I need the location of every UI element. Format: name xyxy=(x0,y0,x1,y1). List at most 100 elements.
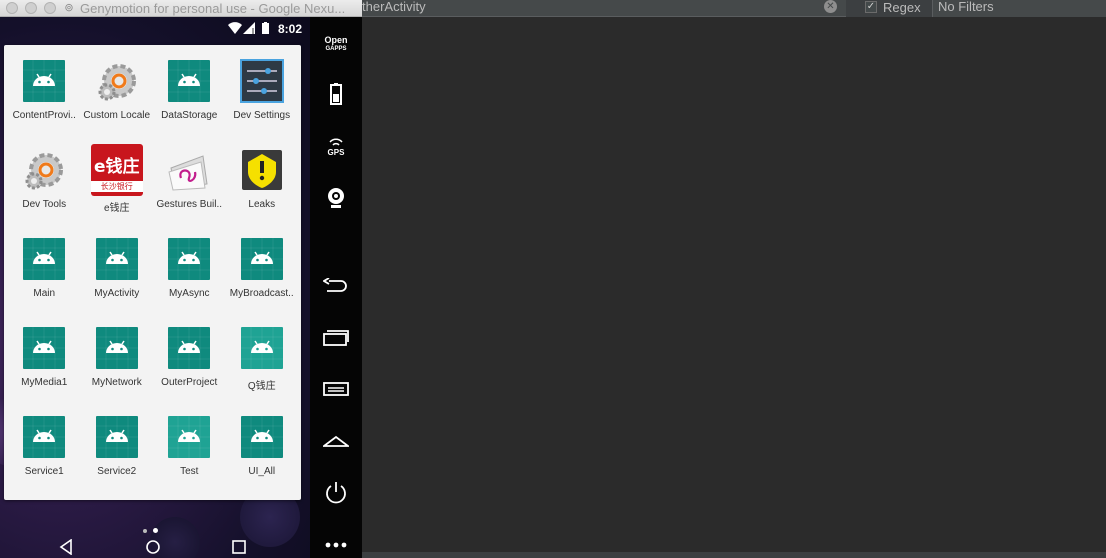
gps-button[interactable]: GPS xyxy=(310,135,362,159)
app-launcher-item[interactable]: DataStorage xyxy=(153,59,226,148)
opengapps-icon: Open GAPPS xyxy=(324,35,348,53)
regex-option[interactable]: ✓ Regex xyxy=(865,0,921,15)
android-app-icon xyxy=(167,415,211,459)
logcat-filter-bar: therActivity ✕ ✓ Regex No Filters xyxy=(362,0,1106,17)
ebank-logo-subtext: 长沙银行 xyxy=(90,181,143,192)
battery-icon xyxy=(262,22,269,34)
app-launcher-item[interactable]: Custom Locale xyxy=(81,59,154,148)
home-icon[interactable] xyxy=(145,539,161,555)
android-app-icon xyxy=(167,59,211,103)
regex-checkbox[interactable]: ✓ xyxy=(865,1,877,13)
page-dot-active xyxy=(153,528,158,533)
app-label: Test xyxy=(180,466,199,477)
logcat-search-value: therActivity xyxy=(362,0,426,14)
android-app-icon xyxy=(240,326,284,370)
app-launcher-item[interactable]: MyNetwork xyxy=(81,326,154,415)
app-launcher-item[interactable]: MyActivity xyxy=(81,237,154,326)
app-launcher-item[interactable]: MyAsync xyxy=(153,237,226,326)
back-icon[interactable] xyxy=(58,539,74,555)
filter-dropdown[interactable]: No Filters xyxy=(932,0,1106,17)
android-app-icon xyxy=(240,415,284,459)
app-launcher-item[interactable]: Q钱庄 xyxy=(226,326,299,415)
app-label: Q钱庄 xyxy=(247,381,276,392)
camera-button[interactable] xyxy=(310,186,362,210)
app-label: MyMedia1 xyxy=(21,377,68,388)
android-nav-bar xyxy=(0,537,310,558)
android-app-icon xyxy=(240,237,284,281)
settings-app-icon xyxy=(239,59,284,103)
status-clock: 8:02 xyxy=(277,22,302,36)
app-label: Gestures Buil.. xyxy=(156,199,223,210)
app-launcher-item[interactable]: Service2 xyxy=(81,415,154,504)
android-app-icon xyxy=(22,415,66,459)
home-tool-button[interactable] xyxy=(310,431,362,451)
ide-bottom-bar xyxy=(362,552,1106,558)
android-app-icon xyxy=(22,326,66,370)
app-launcher-item[interactable]: Test xyxy=(153,415,226,504)
android-app-icon xyxy=(22,237,66,281)
gps-icon xyxy=(329,138,343,146)
app-launcher-item[interactable]: Leaks xyxy=(226,148,299,237)
more-button[interactable] xyxy=(310,535,362,555)
app-label: Custom Locale xyxy=(83,110,151,121)
android-app-icon xyxy=(167,326,211,370)
app-label: DataStorage xyxy=(161,110,218,121)
logcat-output[interactable] xyxy=(362,17,1106,552)
app-launcher-item[interactable]: Dev Tools xyxy=(8,148,81,237)
battery-button[interactable] xyxy=(310,82,362,106)
android-app-icon xyxy=(167,237,211,281)
status-bar: 8:02 xyxy=(0,17,310,41)
app-launcher-item[interactable]: MyBroadcast.. xyxy=(226,237,299,326)
clear-search-icon[interactable]: ✕ xyxy=(824,0,837,13)
app-label: MyAsync xyxy=(168,288,210,299)
app-label: e钱庄 xyxy=(103,203,130,214)
app-drawer: ContentProvi.. Custom Locale DataStorage De… xyxy=(4,45,301,500)
wifi-icon xyxy=(228,22,242,34)
app-label: ContentProvi.. xyxy=(12,110,76,121)
zoom-window-button[interactable] xyxy=(44,2,56,14)
app-launcher-item[interactable]: Dev Settings xyxy=(226,59,299,148)
app-label: MyActivity xyxy=(94,288,140,299)
gestures-app-icon xyxy=(167,148,211,192)
recents-icon[interactable] xyxy=(231,539,247,555)
opengapps-button[interactable]: Open GAPPS xyxy=(310,35,362,55)
app-launcher-item[interactable]: ContentProvi.. xyxy=(8,59,81,148)
app-launcher-item[interactable]: UI_All xyxy=(226,415,299,504)
minimize-window-button[interactable] xyxy=(25,2,37,14)
app-label: MyNetwork xyxy=(91,377,142,388)
android-screen: 8:02 ContentProvi.. Custom Locale DataStor… xyxy=(0,17,310,558)
menu-icon xyxy=(323,382,349,396)
app-label: Leaks xyxy=(248,199,276,210)
logcat-search-input[interactable]: therActivity ✕ xyxy=(362,0,846,17)
app-launcher-item[interactable]: Service1 xyxy=(8,415,81,504)
app-grid: ContentProvi.. Custom Locale DataStorage De… xyxy=(4,45,301,500)
recent-apps-button[interactable] xyxy=(310,328,362,348)
app-label: Service1 xyxy=(24,466,64,477)
app-label: Main xyxy=(33,288,56,299)
home-tool-icon xyxy=(323,435,349,447)
menu-button[interactable] xyxy=(310,379,362,399)
webcam-icon xyxy=(328,188,344,208)
ebank-app-icon: e钱庄 长沙银行 xyxy=(90,144,143,196)
window-title: Genymotion for personal use - Google Nex… xyxy=(80,1,346,16)
back-arrow-icon xyxy=(323,278,347,292)
app-launcher-item[interactable]: Main xyxy=(8,237,81,326)
android-app-icon xyxy=(22,59,66,103)
app-launcher-item[interactable]: OuterProject xyxy=(153,326,226,415)
app-label: Service2 xyxy=(97,466,137,477)
power-icon xyxy=(326,482,346,504)
app-launcher-item[interactable]: Gestures Buil.. xyxy=(153,148,226,237)
app-launcher-item[interactable]: MyMedia1 xyxy=(8,326,81,415)
gears-app-icon xyxy=(22,148,66,192)
emulator-title-bar: ⊚ Genymotion for personal use - Google N… xyxy=(0,0,362,17)
app-launcher-item[interactable]: e钱庄 长沙银行 e钱庄 xyxy=(81,144,154,237)
power-button[interactable] xyxy=(310,480,362,506)
close-window-button[interactable] xyxy=(6,2,18,14)
back-tool-button[interactable] xyxy=(310,275,362,297)
app-label: OuterProject xyxy=(161,377,218,388)
gps-label: GPS xyxy=(327,147,345,157)
app-label: MyBroadcast.. xyxy=(229,288,294,299)
leaks-app-icon xyxy=(240,148,284,192)
app-label: UI_All xyxy=(248,466,276,477)
battery-tool-icon xyxy=(330,83,342,105)
